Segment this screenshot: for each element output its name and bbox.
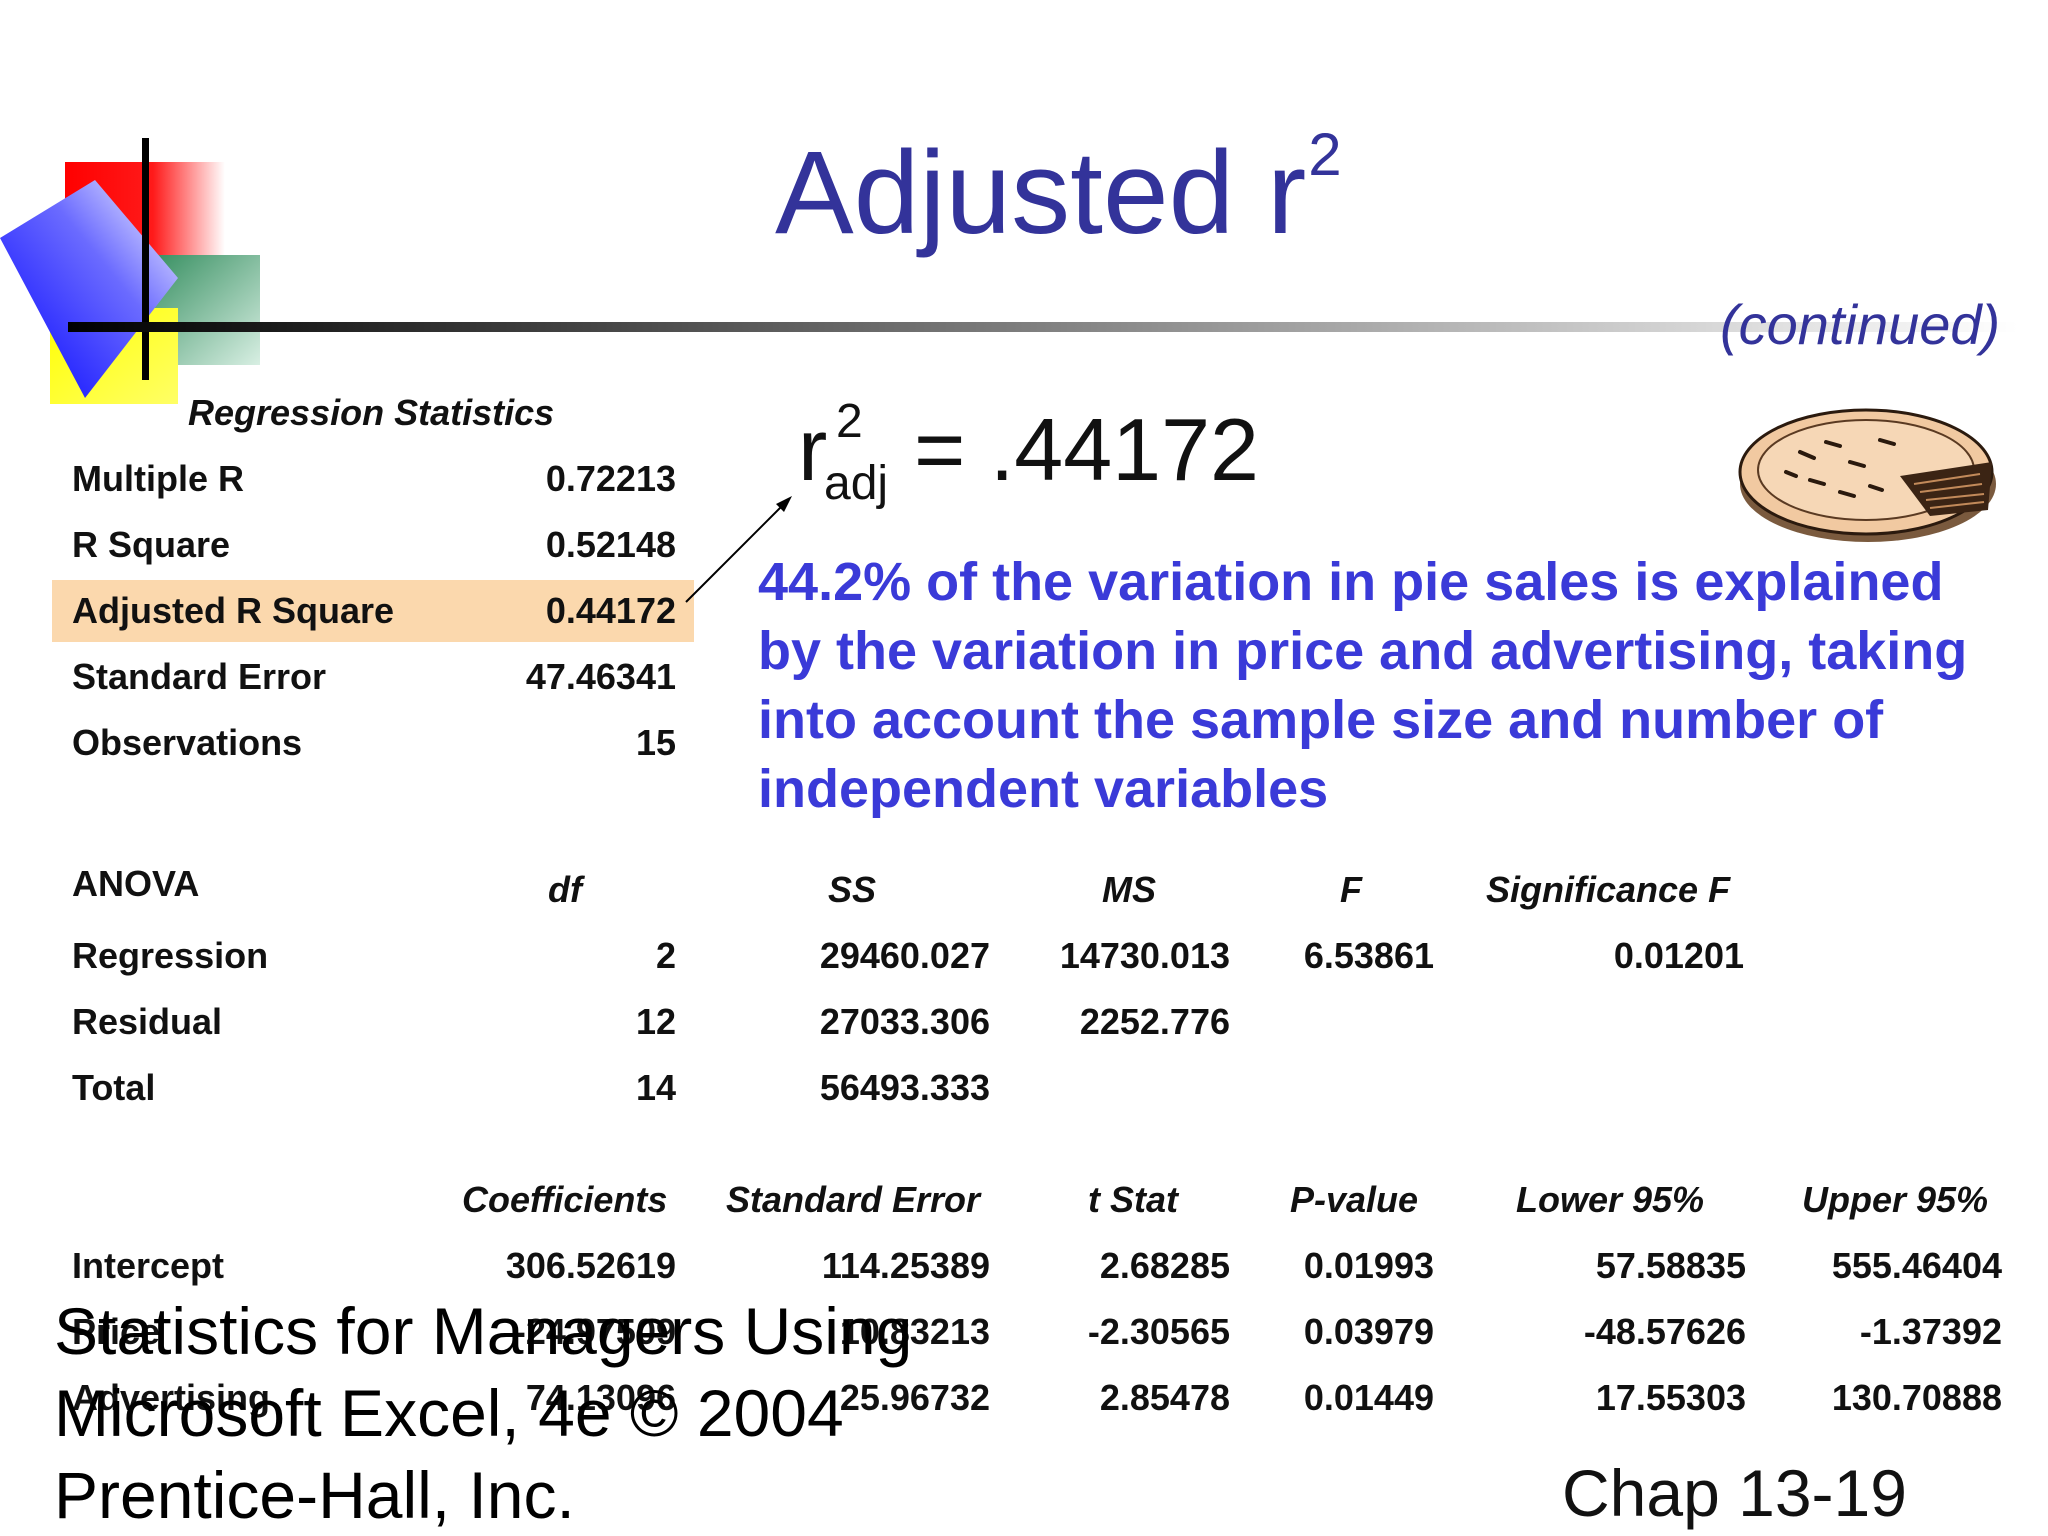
stat-row: Observations 15 [52,712,694,774]
adjusted-r2-formula: r 2 adj = .44172 [798,396,1278,516]
stat-label: Multiple R [72,458,244,499]
coef-cell: 0.01449 [1303,1377,1434,1418]
coef-cell: -2.30565 [1087,1311,1230,1352]
anova-cell: 29460.027 [819,935,990,976]
anova-cell: 14 [635,1067,676,1108]
stat-row: R Square 0.52148 [52,514,694,576]
formula-superscript: 2 [836,395,863,448]
anova-cell: 0.01201 [1613,935,1744,976]
stat-label: Observations [72,722,303,763]
logo-squares-icon [0,138,260,404]
anova-header: df [548,869,582,910]
title-superscript: 2 [1308,121,1342,188]
coef-cell: 114.25389 [821,1245,990,1286]
coef-cell: 0.01993 [1303,1245,1434,1286]
anova-cell: 2 [655,935,676,976]
footer-copyright: Statistics for Managers Using Microsoft … [54,1294,913,1532]
pie-icon [1738,408,1996,542]
stat-row: Multiple R 0.72213 [52,448,694,510]
coef-cell: 2.85478 [1099,1377,1230,1418]
coef-header: P-value [1290,1179,1419,1220]
coef-header: Upper 95% [1802,1179,1989,1220]
coef-cell: 17.55303 [1595,1377,1746,1418]
title-text: Adjusted r [775,127,1307,259]
stat-row: Standard Error 47.46341 [52,646,694,708]
formula-subscript: adj [824,457,889,510]
stat-value: 0.52148 [545,524,676,565]
anova-header: Significance F [1486,869,1731,910]
anova-cell: 14730.013 [1059,935,1230,976]
anova-cell: Total [72,1067,156,1108]
stat-value: 0.72213 [545,458,676,499]
formula-value: = .44172 [914,400,1259,499]
coef-header: Standard Error [726,1179,981,1220]
stat-label: Adjusted R Square [72,590,395,631]
coef-cell: -1.37392 [1859,1311,2002,1352]
stat-label: Standard Error [72,656,327,697]
coef-cell: 555.46404 [1831,1245,2002,1286]
anova-cell: 56493.333 [819,1067,990,1108]
regression-statistics-heading: Regression Statistics [188,392,555,433]
anova-header: ANOVA [72,863,200,904]
coef-cell: -48.57626 [1583,1311,1746,1352]
stat-value: 15 [635,722,676,763]
stat-value: 47.46341 [525,656,676,697]
coef-cell: 57.58835 [1595,1245,1746,1286]
coef-cell: 2.68285 [1099,1245,1230,1286]
anova-header: SS [828,869,877,910]
anova-cell: Residual [72,1001,223,1042]
anova-header: MS [1102,869,1156,910]
anova-cell: 12 [635,1001,676,1042]
coef-cell: Intercept [72,1245,225,1286]
footer-chapter: Chap 13-19 [1562,1456,1907,1530]
stat-row-highlighted: Adjusted R Square 0.44172 [52,580,694,642]
coef-header: Coefficients [462,1179,668,1220]
anova-header: F [1340,869,1362,910]
coef-cell: 0.03979 [1303,1311,1434,1352]
stat-value: 0.44172 [545,590,676,631]
continued-label: (continued) [1720,293,2001,356]
explanation-text: 44.2% of the variation in pie sales is e… [758,552,1968,819]
coef-cell: 130.70888 [1831,1377,2002,1418]
coef-header: t Stat [1088,1179,1178,1220]
page-title: Adjusted r2 [775,125,1342,253]
anova-cell: Regression [72,935,269,976]
formula-symbol: r [798,400,828,499]
coef-cell: 306.52619 [505,1245,676,1286]
anova-cell: 27033.306 [819,1001,990,1042]
anova-cell: 2252.776 [1079,1001,1230,1042]
anova-cell: 6.53861 [1303,935,1434,976]
stat-label: R Square [72,524,231,565]
coef-header: Lower 95% [1516,1179,1705,1220]
